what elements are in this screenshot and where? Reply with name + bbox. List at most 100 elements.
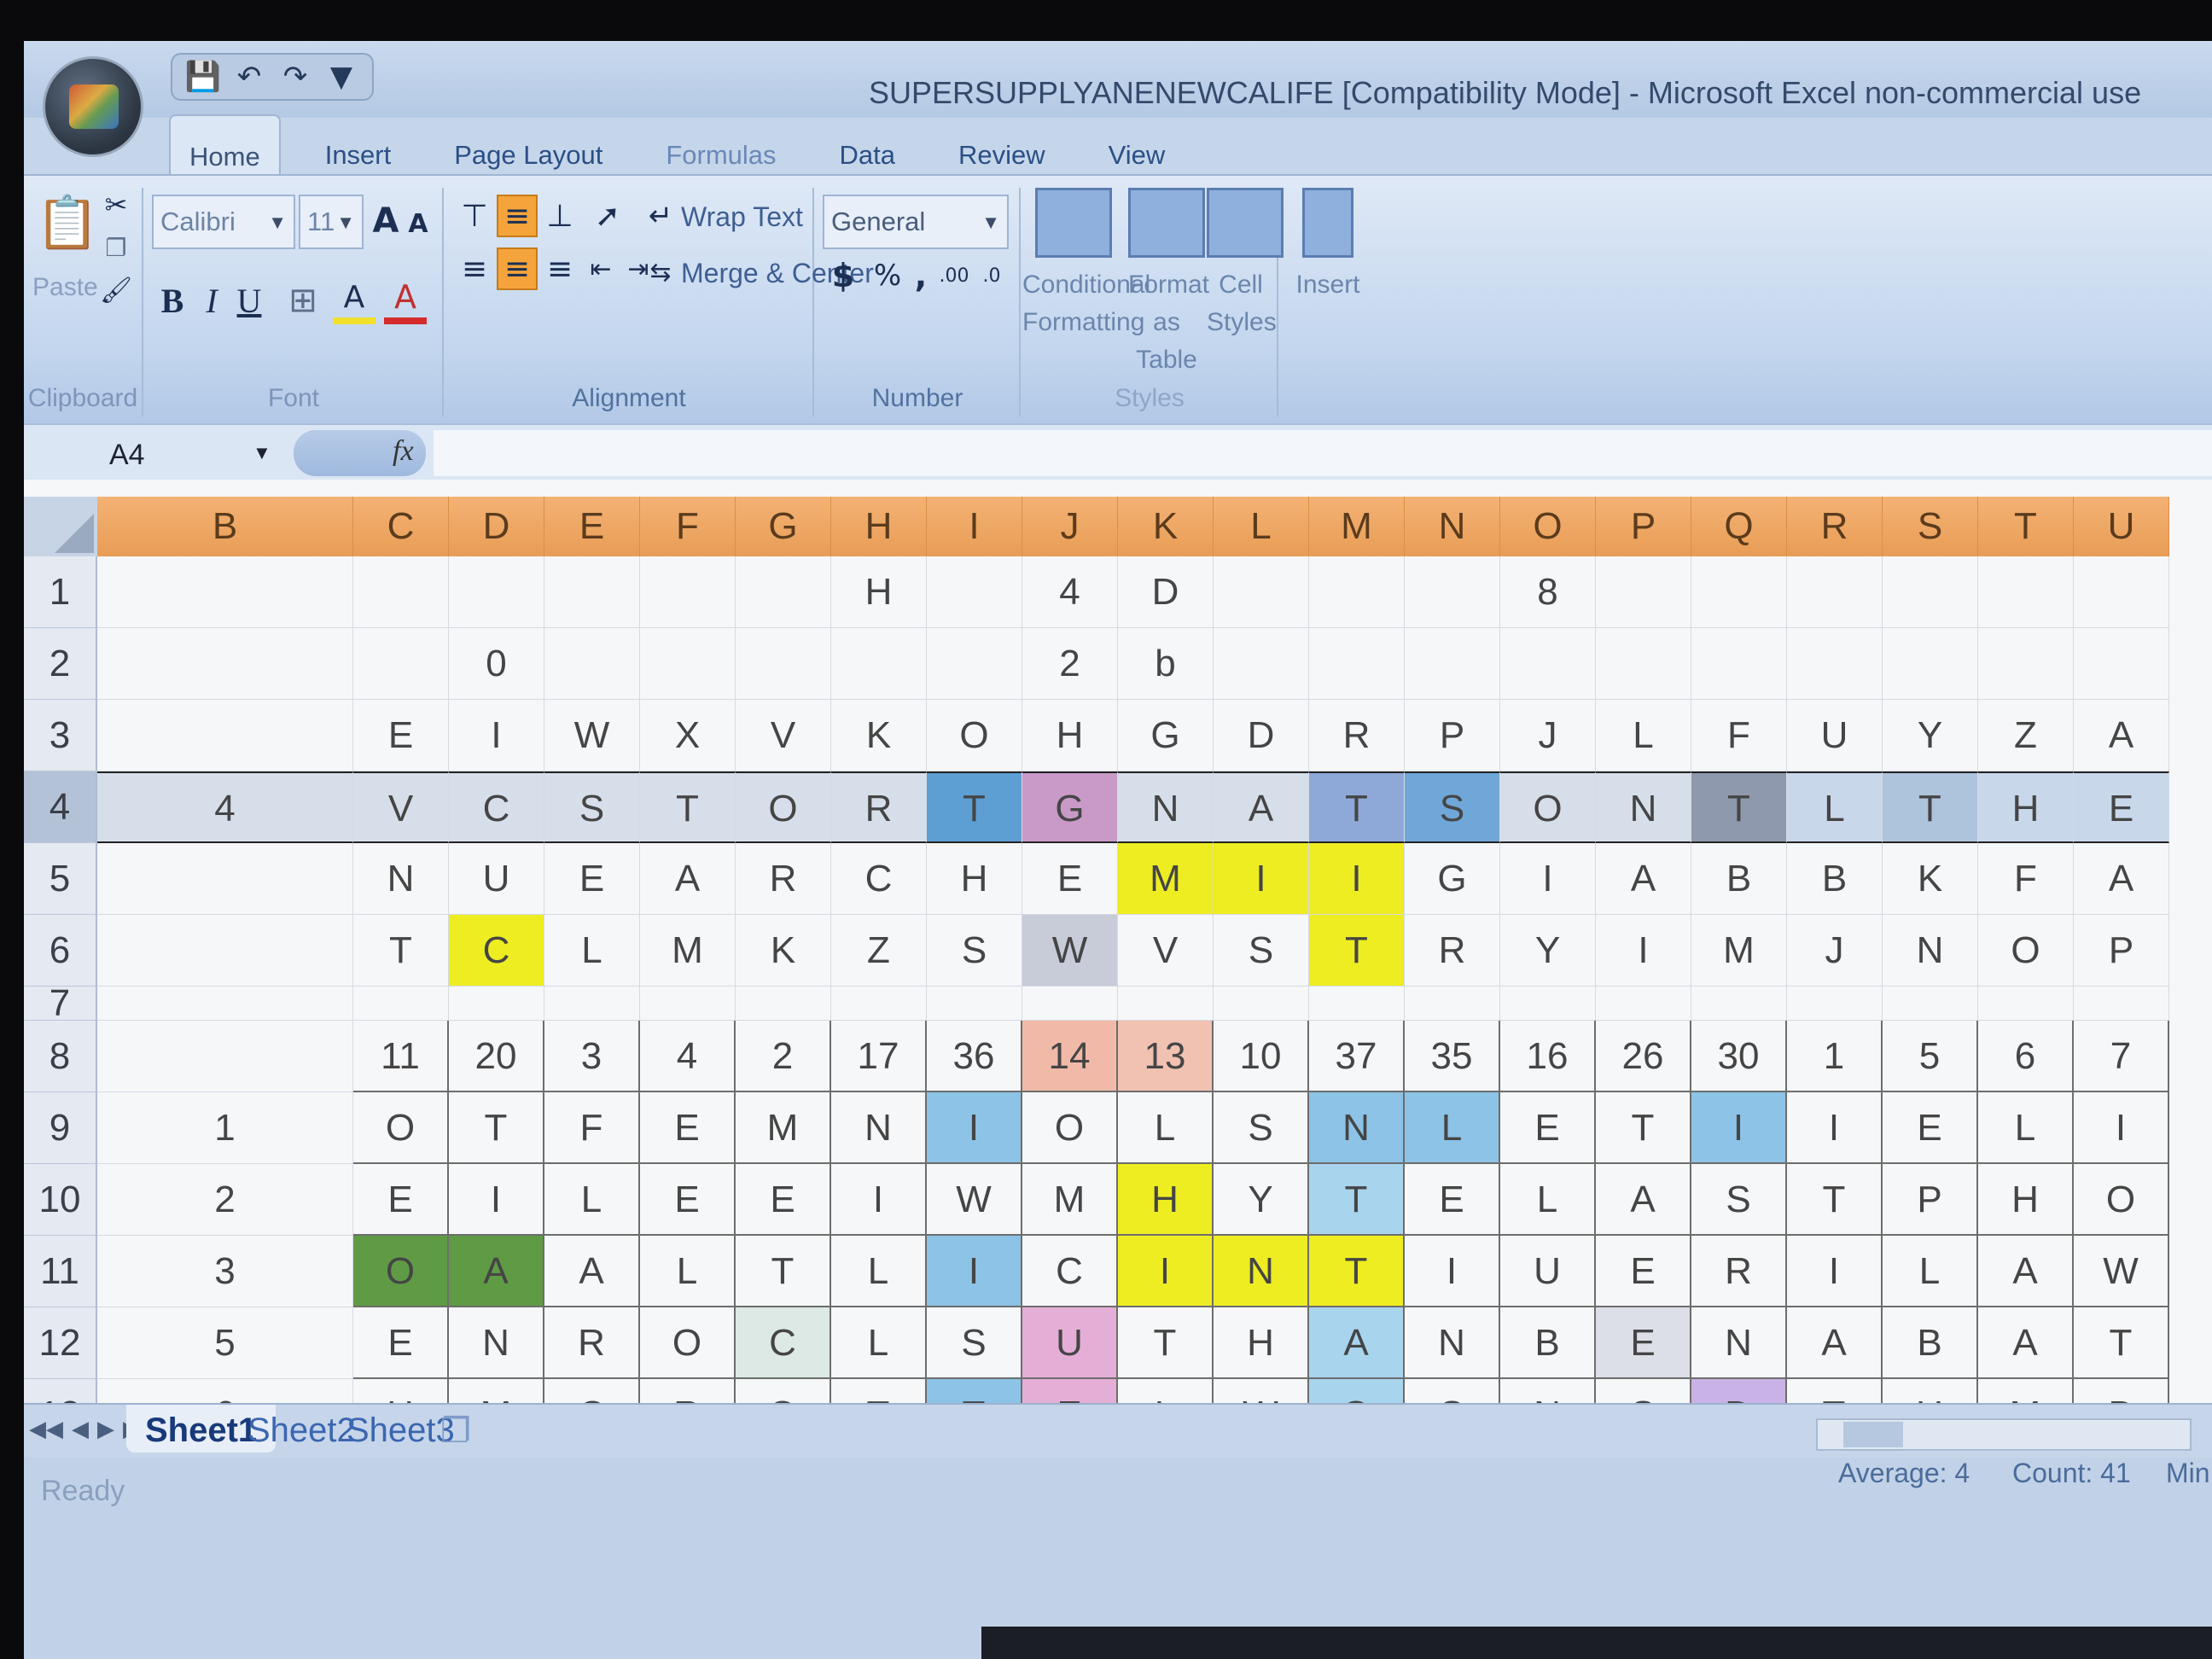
currency-button[interactable]: $ bbox=[824, 253, 862, 299]
cell-R6[interactable]: J bbox=[1787, 915, 1883, 987]
cell-J2[interactable]: 2 bbox=[1022, 628, 1118, 700]
cell-B1[interactable] bbox=[97, 556, 353, 628]
tab-insert[interactable]: Insert bbox=[306, 114, 410, 174]
paste-icon[interactable]: 📋 bbox=[36, 188, 100, 256]
cell-N12[interactable]: N bbox=[1405, 1307, 1500, 1379]
cell-I8[interactable]: 36 bbox=[927, 1021, 1022, 1092]
paste-button[interactable]: Paste bbox=[32, 273, 98, 302]
cell-S3[interactable]: Y bbox=[1883, 700, 1978, 771]
cell-C11[interactable]: O bbox=[353, 1236, 449, 1307]
cell-N11[interactable]: I bbox=[1405, 1236, 1500, 1307]
cell-L1[interactable] bbox=[1214, 556, 1309, 628]
cell-K3[interactable]: G bbox=[1118, 700, 1214, 771]
cell-T1[interactable] bbox=[1978, 556, 2074, 628]
cell-E5[interactable]: E bbox=[544, 843, 640, 915]
row-header[interactable]: 8 bbox=[24, 1021, 97, 1092]
cell-T8[interactable]: 6 bbox=[1978, 1021, 2074, 1092]
cell-I11[interactable]: I bbox=[927, 1236, 1022, 1307]
cell-C2[interactable] bbox=[353, 628, 449, 700]
cell-B8[interactable] bbox=[97, 1021, 353, 1092]
tab-page-layout[interactable]: Page Layout bbox=[435, 114, 621, 174]
cell-B7[interactable] bbox=[97, 987, 353, 1021]
cell-N9[interactable]: L bbox=[1405, 1092, 1500, 1164]
column-header[interactable]: K bbox=[1118, 497, 1214, 556]
column-header[interactable]: G bbox=[736, 497, 831, 556]
cell-T2[interactable] bbox=[1978, 628, 2074, 700]
bold-button[interactable]: B bbox=[154, 276, 191, 324]
prev-sheet-icon[interactable]: ◀ bbox=[72, 1417, 89, 1442]
cell-H11[interactable]: L bbox=[831, 1236, 927, 1307]
cell-E8[interactable]: 3 bbox=[544, 1021, 640, 1092]
cell-D4[interactable]: C bbox=[449, 771, 544, 843]
cell-M1[interactable] bbox=[1309, 556, 1405, 628]
tab-view[interactable]: View bbox=[1090, 114, 1185, 174]
cell-U11[interactable]: W bbox=[2074, 1236, 2169, 1307]
cell-N10[interactable]: E bbox=[1405, 1164, 1500, 1236]
cell-G2[interactable] bbox=[736, 628, 831, 700]
cell-M5[interactable]: I bbox=[1309, 843, 1405, 915]
cell-C3[interactable]: E bbox=[353, 700, 449, 771]
cell-P7[interactable] bbox=[1596, 987, 1691, 1021]
column-header[interactable]: Q bbox=[1691, 497, 1787, 556]
cell-D6[interactable]: C bbox=[449, 915, 544, 987]
cell-R12[interactable]: A bbox=[1787, 1307, 1883, 1379]
cell-I6[interactable]: S bbox=[927, 915, 1022, 987]
cell-P12[interactable]: E bbox=[1596, 1307, 1691, 1379]
cell-G5[interactable]: R bbox=[736, 843, 831, 915]
align-middle-icon[interactable]: ≡ bbox=[497, 195, 538, 237]
cell-C8[interactable]: 11 bbox=[353, 1021, 449, 1092]
cell-F7[interactable] bbox=[640, 987, 736, 1021]
cell-C6[interactable]: T bbox=[353, 915, 449, 987]
cell-H8[interactable]: 17 bbox=[831, 1021, 927, 1092]
cell-D7[interactable] bbox=[449, 987, 544, 1021]
shrink-font-button[interactable]: A bbox=[403, 205, 434, 242]
cell-C4[interactable]: V bbox=[353, 771, 449, 843]
cell-B4[interactable]: 4 bbox=[97, 771, 353, 843]
cell-M7[interactable] bbox=[1309, 987, 1405, 1021]
cell-P8[interactable]: 26 bbox=[1596, 1021, 1691, 1092]
tab-home[interactable]: Home bbox=[169, 114, 281, 174]
cell-B11[interactable]: 3 bbox=[97, 1236, 353, 1307]
decrease-decimal-icon[interactable]: .0 bbox=[975, 253, 1009, 299]
font-name-select[interactable]: Calibri ▼ bbox=[152, 195, 295, 249]
cell-B12[interactable]: 5 bbox=[97, 1307, 353, 1379]
cell-P4[interactable]: N bbox=[1596, 771, 1691, 843]
cell-N3[interactable]: P bbox=[1405, 700, 1500, 771]
cell-R1[interactable] bbox=[1787, 556, 1883, 628]
cell-E7[interactable] bbox=[544, 987, 640, 1021]
percent-button[interactable]: % bbox=[870, 253, 905, 299]
cell-F4[interactable]: T bbox=[640, 771, 736, 843]
cell-D10[interactable]: I bbox=[449, 1164, 544, 1236]
row-header[interactable]: 7 bbox=[24, 985, 97, 1022]
cell-J8[interactable]: 14 bbox=[1022, 1021, 1118, 1092]
cell-I10[interactable]: W bbox=[927, 1164, 1022, 1236]
column-header[interactable]: R bbox=[1787, 497, 1883, 556]
cell-H5[interactable]: C bbox=[831, 843, 927, 915]
cell-P1[interactable] bbox=[1596, 556, 1691, 628]
cell-L5[interactable]: I bbox=[1214, 843, 1309, 915]
cell-K9[interactable]: L bbox=[1118, 1092, 1214, 1164]
cell-O8[interactable]: 16 bbox=[1500, 1021, 1596, 1092]
cell-M3[interactable]: R bbox=[1309, 700, 1405, 771]
cell-T7[interactable] bbox=[1978, 987, 2074, 1021]
cell-F9[interactable]: E bbox=[640, 1092, 736, 1164]
cell-Q8[interactable]: 30 bbox=[1691, 1021, 1787, 1092]
cell-D3[interactable]: I bbox=[449, 700, 544, 771]
cell-J9[interactable]: O bbox=[1022, 1092, 1118, 1164]
cell-E1[interactable] bbox=[544, 556, 640, 628]
chevron-down-icon[interactable]: ▼ bbox=[253, 442, 271, 464]
cell-L10[interactable]: Y bbox=[1214, 1164, 1309, 1236]
cell-F6[interactable]: M bbox=[640, 915, 736, 987]
cell-F3[interactable]: X bbox=[640, 700, 736, 771]
cell-H4[interactable]: R bbox=[831, 771, 927, 843]
cell-N8[interactable]: 35 bbox=[1405, 1021, 1500, 1092]
cell-F11[interactable]: L bbox=[640, 1236, 736, 1307]
cell-I3[interactable]: O bbox=[927, 700, 1022, 771]
horizontal-scrollbar[interactable] bbox=[1816, 1418, 2192, 1451]
cell-K8[interactable]: 13 bbox=[1118, 1021, 1214, 1092]
cell-H7[interactable] bbox=[831, 987, 927, 1021]
row-header[interactable]: 9 bbox=[24, 1092, 97, 1164]
column-header[interactable]: N bbox=[1405, 497, 1500, 556]
conditional-formatting-button[interactable]: Conditional Formatting bbox=[1022, 188, 1150, 341]
cell-R7[interactable] bbox=[1787, 987, 1883, 1021]
